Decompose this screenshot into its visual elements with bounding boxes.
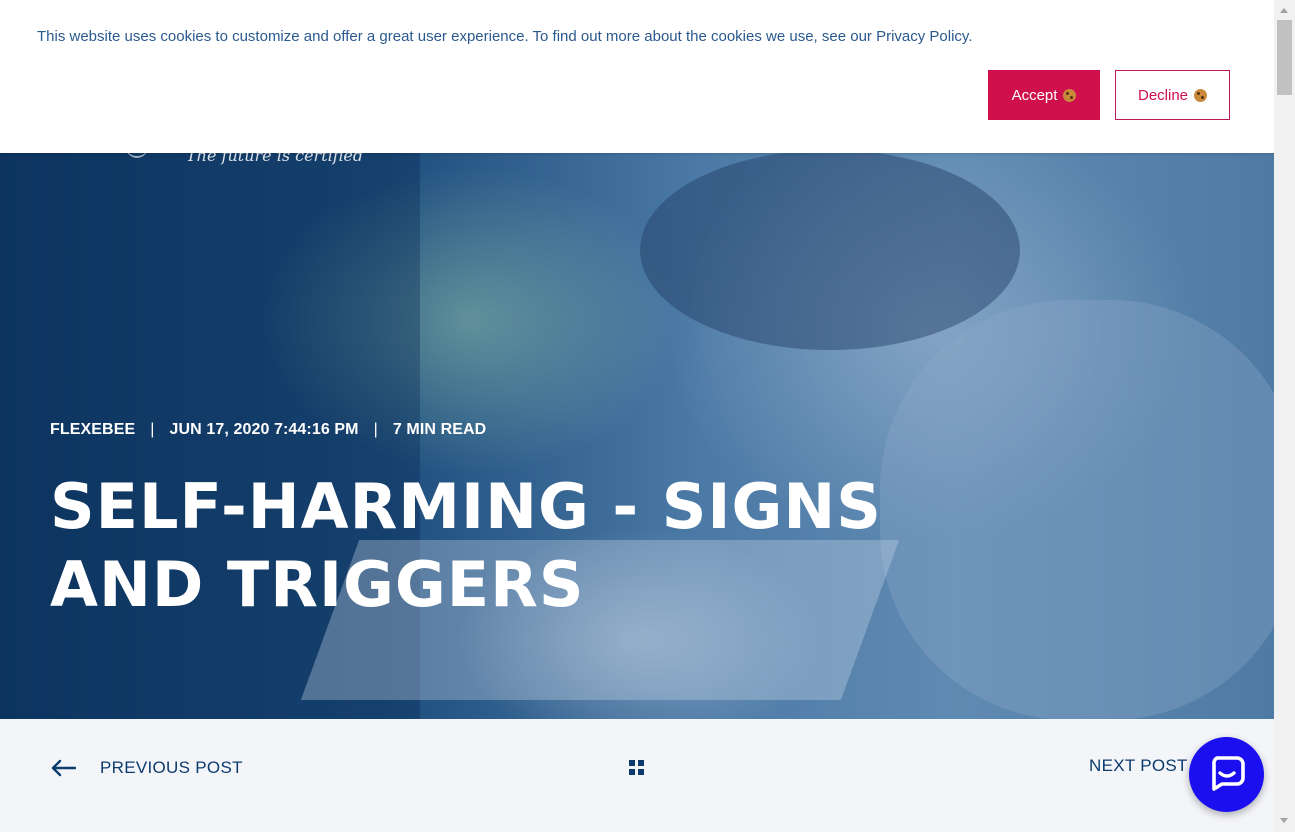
scroll-down-arrow-icon[interactable] [1280, 818, 1288, 823]
accept-button[interactable]: Accept [988, 70, 1100, 120]
arrow-left-icon [50, 758, 77, 778]
chat-button[interactable] [1189, 737, 1264, 812]
article-read-time: 7 MIN READ [392, 421, 487, 438]
scroll-up-arrow-icon[interactable] [1280, 8, 1288, 13]
grid-cell [629, 760, 635, 766]
cookie-icon [1063, 88, 1077, 102]
cookie-banner: This website uses cookies to customize a… [0, 0, 1274, 153]
grid-cell [638, 760, 644, 766]
meta-separator: | [150, 421, 155, 438]
next-post-link[interactable]: NEXT POST [1089, 756, 1188, 776]
scroll-thumb[interactable] [1277, 20, 1292, 95]
cookie-icon [1194, 88, 1208, 102]
article-meta: FLEXEBEE | JUN 17, 2020 7:44:16 PM | 7 M… [50, 421, 486, 439]
grid-cell [638, 769, 644, 775]
cookie-message: This website uses cookies to customize a… [37, 28, 973, 45]
hero-image-figure [640, 150, 1020, 350]
accept-button-label: Accept [1011, 86, 1058, 104]
scrollbar[interactable] [1274, 0, 1295, 832]
decline-button[interactable]: Decline [1115, 70, 1230, 120]
meta-separator: | [373, 421, 378, 438]
chat-icon [1208, 754, 1246, 796]
previous-post-label: PREVIOUS POST [100, 758, 243, 777]
decline-button-label: Decline [1137, 86, 1189, 104]
article-title: SELF-HARMING - SIGNS AND TRIGGERS [50, 470, 882, 621]
article-author: FLEXEBEE [50, 421, 136, 438]
next-post-label: NEXT POST [1089, 756, 1188, 775]
grid-icon[interactable] [629, 760, 644, 775]
previous-post-link[interactable]: PREVIOUS POST [50, 758, 243, 778]
article-date: JUN 17, 2020 7:44:16 PM [169, 421, 359, 438]
grid-cell [629, 769, 635, 775]
